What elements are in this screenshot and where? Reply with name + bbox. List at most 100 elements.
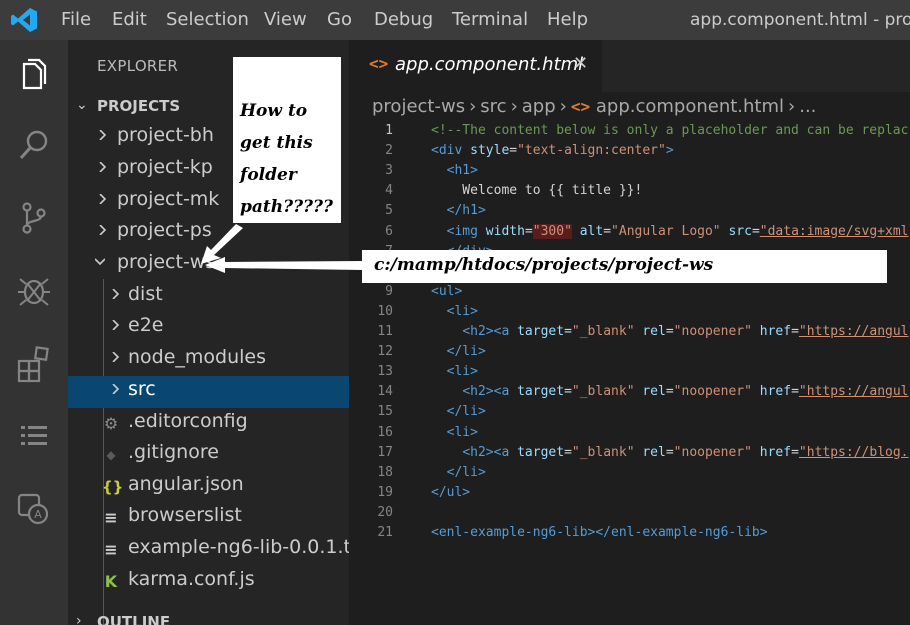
tree-item-editorconfig[interactable]: ⚙ .editorconfig [68, 408, 349, 440]
code-line[interactable]: 12 </li> [349, 342, 910, 362]
files-icon[interactable] [14, 55, 54, 95]
line-text: <li> [446, 364, 478, 380]
code-line[interactable]: 17 <h2><a target="_blank" rel="noopener"… [349, 443, 910, 463]
code-line[interactable]: 13 <li> [349, 362, 910, 382]
code-line[interactable]: 5 </h1> [349, 201, 910, 221]
line-number: 15 [377, 404, 393, 420]
tree-item-karma-conf[interactable]: K karma.conf.js [68, 566, 349, 598]
list-icon[interactable] [14, 416, 54, 456]
tree-item-dist[interactable]: dist [68, 281, 349, 313]
tree-item-angular-json[interactable]: {} angular.json [68, 471, 349, 503]
line-number: 11 [377, 324, 393, 339]
tree-item-label: .editorconfig [128, 410, 248, 432]
tree-item-browserslist[interactable]: ≡ browserslist [68, 502, 349, 534]
explorer-title: EXPLORER [97, 57, 179, 75]
code-line[interactable]: 6 <img width="300" alt="Angular Logo" sr… [349, 222, 910, 242]
code-line[interactable]: 15 </li> [349, 402, 910, 422]
code-line[interactable]: 3 <h1> [349, 161, 910, 181]
line-number: 1 [385, 123, 393, 138]
tree-item-label: example-ng6-lib-0.0.1.tgz [128, 536, 349, 558]
source-control-icon[interactable] [14, 198, 54, 238]
tab-app-component[interactable]: <> app.component.html ✕ [349, 40, 602, 92]
tree-item-label: karma.conf.js [128, 568, 255, 590]
chevron-right-icon [99, 194, 107, 204]
translate-icon[interactable]: A [14, 488, 54, 528]
breadcrumb-item[interactable]: ... [799, 96, 816, 117]
chevron-right-icon [112, 320, 120, 330]
menu-help[interactable]: Help [547, 0, 588, 40]
menu-go[interactable]: Go [327, 0, 352, 40]
code-line[interactable]: 4 Welcome to {{ title }}! [349, 181, 910, 201]
gear-icon: ⚙ [103, 414, 119, 433]
editor-tab-bar: <> app.component.html ✕ [349, 40, 910, 92]
line-number: 6 [385, 223, 393, 239]
menu-edit[interactable]: Edit [112, 0, 147, 40]
text-file-icon: ≡ [104, 540, 118, 559]
code-line[interactable]: 9 <ul> [349, 282, 910, 302]
question-text: How to get this folder path????? [240, 101, 333, 217]
tree-item-example-tgz[interactable]: ≡ example-ng6-lib-0.0.1.tgz [68, 534, 349, 566]
line-text: <enl-example-ng6-lib></enl-example-ng6-l… [431, 525, 768, 540]
code-editor[interactable]: 1 <!--The content below is only a placeho… [349, 121, 910, 625]
line-text: <li> [446, 303, 478, 319]
code-line[interactable]: 1 <!--The content below is only a placeho… [349, 121, 910, 141]
search-icon[interactable] [14, 125, 54, 165]
text-file-icon: ≡ [104, 508, 118, 527]
line-number: 3 [385, 163, 393, 179]
section-projects-label: PROJECTS [97, 97, 181, 115]
line-number: 21 [377, 525, 393, 540]
menu-file[interactable]: File [61, 0, 91, 40]
menu-view[interactable]: View [264, 0, 307, 40]
line-number: 19 [377, 484, 393, 500]
line-text: <ul> [431, 283, 463, 299]
line-number: 10 [377, 303, 393, 319]
code-line[interactable]: 21 <enl-example-ng6-lib></enl-example-ng6… [349, 523, 910, 543]
git-icon: ◆ [106, 448, 116, 462]
html-file-icon: <> [369, 54, 389, 73]
tree-item-label: e2e [128, 314, 164, 336]
menu-selection[interactable]: Selection [166, 0, 249, 40]
close-icon[interactable]: ✕ [573, 53, 588, 74]
code-line[interactable]: 14 <h2><a target="_blank" rel="noopener"… [349, 382, 910, 402]
code-line[interactable]: 10 <li> [349, 302, 910, 322]
tree-item-label: src [128, 378, 156, 400]
tree-item-project-ws[interactable]: project-ws [68, 249, 349, 281]
tree-item-gitignore[interactable]: ◆ .gitignore [68, 439, 349, 471]
line-number: 9 [385, 283, 393, 299]
tree-item-node-modules[interactable]: node_modules [68, 344, 349, 376]
line-number: 5 [385, 203, 393, 219]
tree-item-label: angular.json [128, 473, 244, 495]
tree-item-label: project-bh [117, 124, 214, 146]
code-line[interactable]: 19 </ul> [349, 483, 910, 503]
breadcrumb-item[interactable]: app [522, 96, 556, 117]
chevron-right-icon [99, 225, 107, 235]
menu-debug[interactable]: Debug [374, 0, 433, 40]
code-line[interactable]: 20 [349, 503, 910, 523]
chevron-right-icon [112, 384, 120, 394]
json-braces-icon: {} [102, 478, 124, 496]
menu-terminal[interactable]: Terminal [452, 0, 528, 40]
line-text: <!--The content below is only a placehol… [431, 123, 909, 138]
breadcrumb-item[interactable]: project-ws [372, 96, 465, 117]
code-line[interactable]: 18 </li> [349, 463, 910, 483]
section-outline-header[interactable]: › OUTLINE [68, 608, 349, 625]
chevron-right-icon: › [510, 96, 518, 117]
chevron-right-icon: › [469, 96, 477, 117]
chevron-right-icon [112, 289, 120, 299]
tree-item-src[interactable]: src [68, 376, 349, 408]
chevron-down-icon [95, 258, 105, 266]
code-line[interactable]: 2 <div style="text-align:center"> [349, 141, 910, 161]
tree-item-e2e[interactable]: e2e [68, 312, 349, 344]
tree-item-label: browserslist [128, 504, 242, 526]
chevron-right-icon: › [788, 96, 796, 117]
line-text: <h2><a target="_blank" rel="noopener" hr… [462, 384, 909, 400]
breadcrumb-item[interactable]: app.component.html [596, 96, 784, 117]
extensions-icon[interactable] [14, 344, 54, 384]
path-callout: c:/mamp/htdocs/projects/project-ws [362, 250, 887, 283]
code-line[interactable]: 16 <li> [349, 423, 910, 443]
code-line[interactable]: 11 <h2><a target="_blank" rel="noopener"… [349, 322, 910, 342]
line-text: <h2><a target="_blank" rel="noopener" hr… [462, 444, 909, 460]
debug-icon[interactable] [14, 270, 54, 310]
chevron-right-icon [112, 352, 120, 362]
breadcrumb-item[interactable]: src [480, 96, 506, 117]
